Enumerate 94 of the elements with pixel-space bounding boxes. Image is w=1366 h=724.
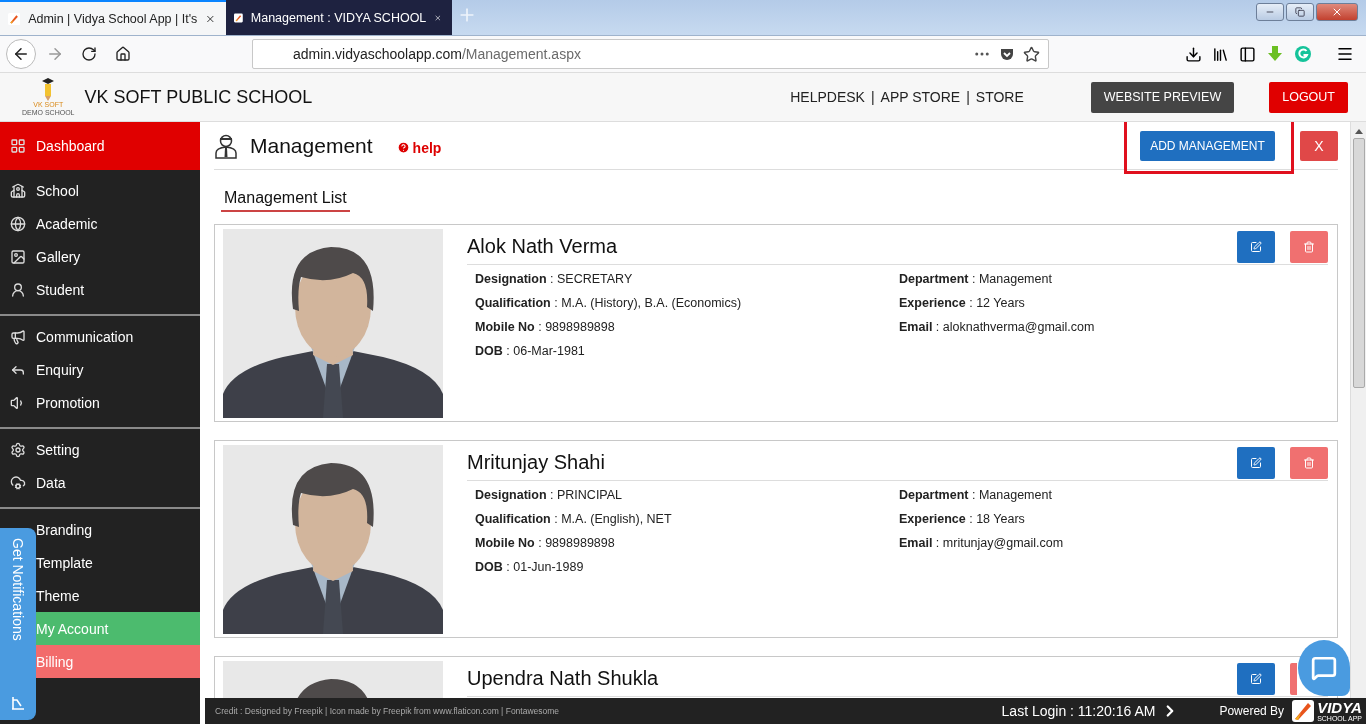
edit-button[interactable] (1237, 446, 1275, 479)
settings-icon (10, 441, 26, 458)
edit-button[interactable] (1237, 662, 1275, 695)
detail-text: Email : mritunjay@gmail.com (899, 535, 1065, 552)
powered-by-text: Powered By (1219, 704, 1285, 718)
sidebar-icon[interactable] (1239, 45, 1256, 63)
detail-text: Mobile No : 9898989898 (475, 319, 616, 336)
chat-button[interactable] (1298, 640, 1350, 696)
scroll-thumb[interactable] (1352, 138, 1365, 388)
edit-icon (1250, 240, 1262, 253)
close-icon (1331, 6, 1343, 18)
sidebar-item[interactable]: Dashboard (0, 122, 200, 170)
forward-arrow-icon (46, 45, 64, 63)
cloud-icon (10, 474, 26, 491)
sidebar-item[interactable]: Data (0, 466, 200, 499)
detail-text: Email : aloknathverma@gmail.com (899, 319, 1096, 336)
sidebar-item[interactable]: Promotion (0, 386, 200, 419)
detail-text: Experience : 12 Years (899, 295, 1026, 312)
close-window-button[interactable] (1316, 3, 1358, 21)
trash-icon (1303, 456, 1315, 469)
school-building-icon (10, 182, 26, 199)
delete-button[interactable] (1290, 662, 1297, 695)
credit-text: Credit : Designed by Freepik | Icon made by Freepik from www.flaticon.com | Fontawesome (215, 706, 560, 716)
detail-text: Designation : SECRETARY (475, 271, 634, 288)
detail-text: DOB : 01-Jun-1989 (475, 559, 585, 576)
add-management-button[interactable]: ADD MANAGEMENT (1140, 130, 1275, 161)
library-icon[interactable] (1212, 45, 1229, 63)
separator-text: | (870, 89, 875, 105)
sidebar-item[interactable]: Communication (0, 320, 200, 353)
chat-icon (1311, 655, 1337, 681)
detail-text: Department : Management (899, 487, 1053, 504)
address-bar[interactable]: admin.vidyaschoolapp.com/Management.aspx (252, 39, 1049, 69)
website-preview-button[interactable]: WEBSITE PREVIEW (1090, 81, 1235, 113)
edit-icon (1250, 456, 1262, 469)
detail-text: Qualification : M.A. (History), B.A. (Economics) (475, 295, 743, 312)
image-icon (10, 248, 26, 265)
edit-button[interactable] (1237, 230, 1275, 263)
header-link[interactable]: APP STORE (880, 89, 961, 105)
reload-icon (81, 46, 97, 62)
person-icon (10, 281, 26, 298)
detail-text: Experience : 18 Years (899, 511, 1026, 528)
sidebar-item[interactable]: Gallery (0, 240, 200, 273)
page-title: Management (250, 133, 373, 158)
url-text: admin.vidyaschoolapp.com/Management.aspx (293, 46, 582, 62)
sidebar-item[interactable]: Student (0, 273, 200, 306)
restore-icon (1295, 7, 1305, 17)
member-name: Upendra Nath Shukla (467, 667, 659, 690)
megaphone-icon (10, 328, 26, 345)
close-button[interactable]: X (1300, 130, 1338, 161)
logout-button[interactable]: LOGOUT (1269, 81, 1348, 113)
sidebar-item[interactable]: Academic (0, 207, 200, 240)
pocket-icon[interactable] (999, 46, 1015, 62)
detail-text: Qualification : M.A. (English), NET (475, 511, 673, 528)
separator-text: | (966, 89, 970, 105)
delete-button[interactable] (1290, 230, 1328, 263)
header-link[interactable]: HELPDESK (790, 89, 865, 105)
restore-button[interactable] (1286, 3, 1314, 21)
menu-icon[interactable] (1336, 45, 1354, 63)
browser-tab[interactable]: Admin | Vidya School App | It's (0, 0, 226, 35)
globe-icon (10, 215, 26, 232)
back-button[interactable] (6, 39, 36, 69)
download-icon[interactable] (1185, 45, 1202, 63)
sidebar-item[interactable]: Branding (36, 513, 200, 546)
star-icon[interactable] (1023, 45, 1040, 63)
last-login-text: Last Login : 11:20:16 AM (1001, 703, 1156, 719)
sidebar-item[interactable]: Template (36, 546, 200, 579)
app-logo-icon (8, 10, 21, 27)
home-icon (115, 46, 131, 62)
detail-text: Department : Management (899, 271, 1053, 288)
sidebar-item[interactable]: School (0, 174, 200, 207)
tab-title: Admin | Vidya School App | It's (28, 11, 198, 26)
school-name: VK SOFT PUBLIC SCHOOL (84, 86, 313, 108)
member-name: Mritunjay Shahi (467, 451, 605, 474)
detail-text: Designation : PRINCIPAL (475, 487, 624, 504)
edit-icon (1250, 672, 1262, 685)
sidebar-item[interactable]: Enquiry (0, 353, 200, 386)
help-link[interactable]: help (396, 139, 442, 156)
detail-text: DOB : 06-Mar-1981 (475, 343, 586, 360)
list-title: Management List (221, 189, 350, 212)
sidebar-item[interactable]: Theme (36, 579, 200, 612)
minimize-button[interactable] (1256, 3, 1284, 21)
browser-tab[interactable]: Management : VIDYA SCHOOL (226, 0, 452, 35)
question-icon (396, 141, 410, 154)
detail-text: Mobile No : 9898989898 (475, 535, 616, 552)
header-link[interactable]: STORE (975, 89, 1024, 105)
tab-title: Management : VIDYA SCHOOL (250, 10, 427, 25)
manager-person-icon (214, 132, 238, 159)
trash-icon (1303, 240, 1315, 253)
scroll-up-icon[interactable] (1354, 128, 1363, 134)
sidebar-item[interactable]: Setting (0, 433, 200, 466)
delete-button[interactable] (1290, 446, 1328, 479)
scrollbar[interactable] (1350, 122, 1366, 698)
grid-icon (10, 138, 26, 154)
member-name: Alok Nath Verma (467, 235, 618, 258)
